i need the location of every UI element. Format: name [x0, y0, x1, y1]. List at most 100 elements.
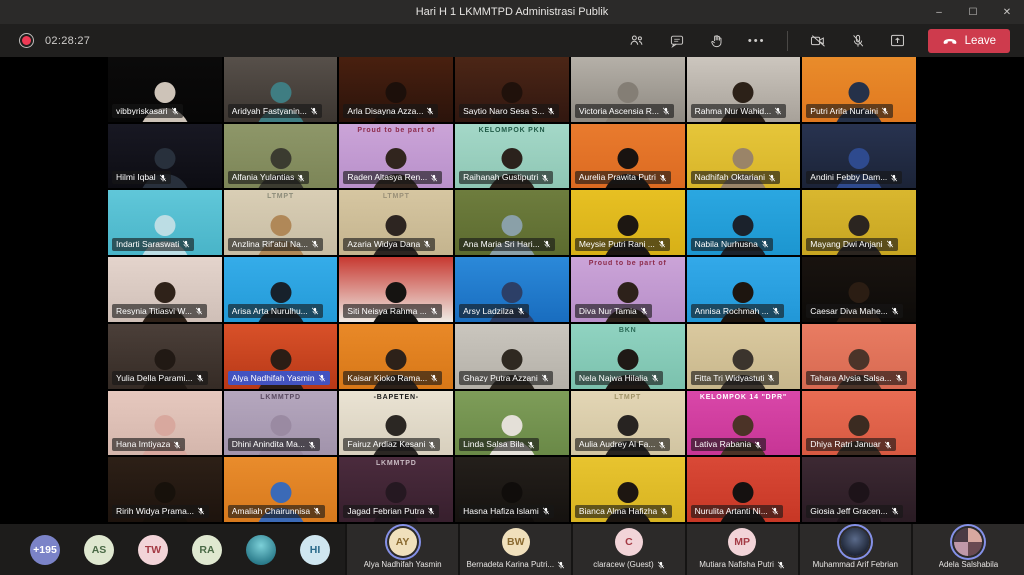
participant-name: Nela Najwa Hilalia	[579, 374, 648, 383]
video-tile[interactable]: Putri Arifa Nur'aini	[802, 57, 916, 122]
video-tile[interactable]: Alya Nadhifah Yasmin	[224, 324, 338, 389]
video-tile[interactable]: Saytio Naro Sesa S...	[455, 57, 569, 122]
participant-avatar[interactable]	[841, 528, 869, 556]
mic-muted-icon	[890, 174, 898, 182]
video-tile[interactable]: Nabila Nurhusna	[687, 190, 801, 255]
video-tile[interactable]: KELOMPOK 14 "DPR"Lativa Rabania	[687, 391, 801, 456]
participant-name-label: Raden Altasya Ren...	[343, 171, 442, 185]
video-tile[interactable]: Nurulita Artanti Ni...	[687, 457, 801, 522]
video-tile[interactable]: Proud to be part ofRaden Altasya Ren...	[339, 124, 453, 189]
mic-muted-icon	[659, 174, 667, 182]
mic-muted-icon	[171, 107, 179, 115]
video-tile[interactable]: Hasna Hafiza Islami	[455, 457, 569, 522]
video-tile[interactable]: LTMPTAulia Audrey Al Fa...	[571, 391, 685, 456]
video-tile[interactable]: Kaisar Kioko Rama...	[339, 324, 453, 389]
video-tile[interactable]: Arsy Ladzilza	[455, 257, 569, 322]
video-tile[interactable]: LKMMTPDJagad Febrian Putra	[339, 457, 453, 522]
video-tile[interactable]: Annisa Rochmah ...	[687, 257, 801, 322]
video-tile[interactable]: Ghazy Putra Azzani	[455, 324, 569, 389]
video-tile[interactable]: -BAPETEN-Fairuz Ardiaz Kesani	[339, 391, 453, 456]
participant-cell[interactable]: AYAlya Nadhifah Yasmin	[345, 524, 458, 575]
video-tile[interactable]: Victoria Ascensia R...	[571, 57, 685, 122]
close-button[interactable]: ✕	[990, 0, 1024, 24]
video-tile[interactable]: LTMPTAnzlina Rif'atul Na...	[224, 190, 338, 255]
participant-avatar[interactable]	[246, 535, 276, 565]
video-tile[interactable]: Proud to be part ofDiva Nur Tamia	[571, 257, 685, 322]
video-tile[interactable]: Tahara Alysia Salsa...	[802, 324, 916, 389]
video-tile[interactable]: Ririh Widya Prama...	[108, 457, 222, 522]
video-tile[interactable]: Indarti Saraswati	[108, 190, 222, 255]
video-tile[interactable]: Andini Febby Dam...	[802, 124, 916, 189]
video-tile[interactable]: Fitta Tri Widyastuti	[687, 324, 801, 389]
video-tile[interactable]: Meysie Putri Rani ...	[571, 190, 685, 255]
participant-avatar[interactable]	[954, 528, 982, 556]
participant-name-label: Putri Arifa Nur'aini	[806, 104, 893, 118]
participant-name: Giosia Jeff Gracen...	[810, 507, 887, 516]
participant-avatar[interactable]: MP	[728, 528, 756, 556]
video-tile[interactable]: Alfania Yulantias	[224, 124, 338, 189]
video-tile[interactable]: KELOMPOK PKNRaihanah Gustiputri	[455, 124, 569, 189]
participant-cell[interactable]: MPMutiara Nafisha Putri	[685, 524, 798, 575]
overflow-count-badge[interactable]: +195	[30, 535, 60, 565]
participant-avatar[interactable]: C	[615, 528, 643, 556]
more-options-icon[interactable]: •••	[747, 31, 767, 51]
video-tile[interactable]: Mayang Dwi Anjani	[802, 190, 916, 255]
participant-cell[interactable]: Adela Salshabila	[911, 524, 1024, 575]
participant-name: Mayang Dwi Anjani	[810, 240, 882, 249]
participant-avatar[interactable]: AY	[389, 528, 417, 556]
participants-icon[interactable]	[627, 31, 647, 51]
participant-name: Ghazy Putra Azzani	[463, 374, 538, 383]
video-tile[interactable]: Hilmi Iqbal	[108, 124, 222, 189]
video-tile[interactable]: Arisa Arta Nurulhu...	[224, 257, 338, 322]
participant-name: Alya Nadhifah Yasmin	[232, 374, 315, 383]
video-tile[interactable]: LTMPTAzaria Widya Dana	[339, 190, 453, 255]
participant-name-label: vibbyriskasari	[112, 104, 183, 118]
share-screen-icon[interactable]	[888, 31, 908, 51]
video-tile[interactable]: Giosia Jeff Gracen...	[802, 457, 916, 522]
video-tile[interactable]: Arla Disayna Azza...	[339, 57, 453, 122]
participant-cell[interactable]: Muhammad Arif Febrian	[798, 524, 911, 575]
mic-muted-icon	[657, 561, 665, 569]
participant-name: Arisa Arta Nurulhu...	[232, 307, 308, 316]
video-tile[interactable]: vibbyriskasari	[108, 57, 222, 122]
leave-button[interactable]: Leave	[928, 29, 1010, 53]
mic-muted-icon	[426, 107, 434, 115]
participant-avatar[interactable]: BW	[502, 528, 530, 556]
participant-avatar[interactable]: TW	[138, 535, 168, 565]
participant-cell[interactable]: BWBernadeta Karina Putri...	[458, 524, 571, 575]
video-tile[interactable]: BKNNela Najwa Hilalia	[571, 324, 685, 389]
video-tile[interactable]: Aridyah Fastyanin...	[224, 57, 338, 122]
camera-off-icon[interactable]	[808, 31, 828, 51]
raise-hand-icon[interactable]	[707, 31, 727, 51]
participant-name-label: Andini Febby Dam...	[806, 171, 902, 185]
video-tile[interactable]: Rahma Nur Wahid...	[687, 57, 801, 122]
avatar-initials: HI	[310, 544, 321, 556]
minimize-button[interactable]: –	[922, 0, 956, 24]
participant-avatar[interactable]: HI	[300, 535, 330, 565]
mic-muted-icon	[767, 374, 775, 382]
participant-avatar[interactable]: AS	[84, 535, 114, 565]
participant-name-label: Annisa Rochmah ...	[691, 304, 784, 318]
video-tile[interactable]: Bianca Alma Hafizha	[571, 457, 685, 522]
video-tile[interactable]: Aurelia Prawita Putri	[571, 124, 685, 189]
participant-name: Yulia Della Parami...	[116, 374, 193, 383]
video-tile[interactable]: Resynia Titiasvi W...	[108, 257, 222, 322]
video-tile[interactable]: Nadhifah Oktariani	[687, 124, 801, 189]
video-tile[interactable]: Linda Salsa Bila	[455, 391, 569, 456]
video-tile[interactable]: Dhiya Ratri Januar	[802, 391, 916, 456]
participant-avatar[interactable]: RA	[192, 535, 222, 565]
video-tile[interactable]: Ana Maria Sri Hari...	[455, 190, 569, 255]
video-tile[interactable]: Caesar Diva Mahe...	[802, 257, 916, 322]
video-tile[interactable]: LKMMTPDDhini Anindita Ma...	[224, 391, 338, 456]
participant-cell[interactable]: Cclaracew (Guest)	[571, 524, 684, 575]
chat-icon[interactable]	[667, 31, 687, 51]
video-tile[interactable]: Hana Imtiyaza	[108, 391, 222, 456]
mic-off-icon[interactable]	[848, 31, 868, 51]
maximize-button[interactable]: ☐	[956, 0, 990, 24]
video-tile[interactable]: Yulia Della Parami...	[108, 324, 222, 389]
mic-muted-icon	[771, 507, 779, 515]
video-tile[interactable]: Siti Neisya Rahma ...	[339, 257, 453, 322]
participant-name-label: Dhini Anindita Ma...	[228, 438, 320, 452]
video-tile[interactable]: Amaliah Chairunnisa	[224, 457, 338, 522]
mic-muted-icon	[891, 507, 899, 515]
